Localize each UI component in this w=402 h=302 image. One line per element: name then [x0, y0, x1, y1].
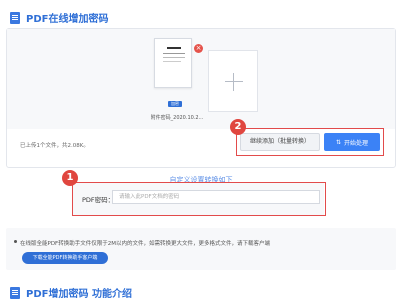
page-title: PDF在线增加密码: [26, 14, 109, 25]
file-name: 附件密码_2020.10.2...: [150, 115, 204, 121]
close-icon[interactable]: ×: [194, 44, 203, 53]
add-file-button[interactable]: [208, 50, 258, 112]
callout-number-1: 1: [62, 170, 78, 186]
callout-number-2: 2: [230, 119, 246, 135]
document-icon: [10, 11, 20, 24]
document-icon: [10, 286, 20, 299]
intro-title-label: PDF增加密码 功能介绍: [26, 289, 132, 300]
encrypt-badge: 加密: [168, 101, 182, 107]
notice-text: 在线版全能PDF转换助手文件仅限于2M以内的文件，如需转换更大文件，更多格式文件…: [20, 241, 270, 247]
intro-title: PDF增加密码 功能介绍: [10, 285, 132, 300]
uploaded-info: 已上传1个文件，共2.08K。: [20, 143, 89, 149]
bullet-icon: [14, 240, 17, 243]
callout-box-2: [236, 128, 384, 156]
download-client-button[interactable]: 下载全能PDF转换助手客户端: [22, 252, 108, 264]
file-thumbnail: [154, 38, 192, 88]
plus-icon: [225, 81, 243, 82]
header-title: PDF在线增加密码: [10, 10, 108, 25]
callout-box-1: [72, 182, 326, 216]
